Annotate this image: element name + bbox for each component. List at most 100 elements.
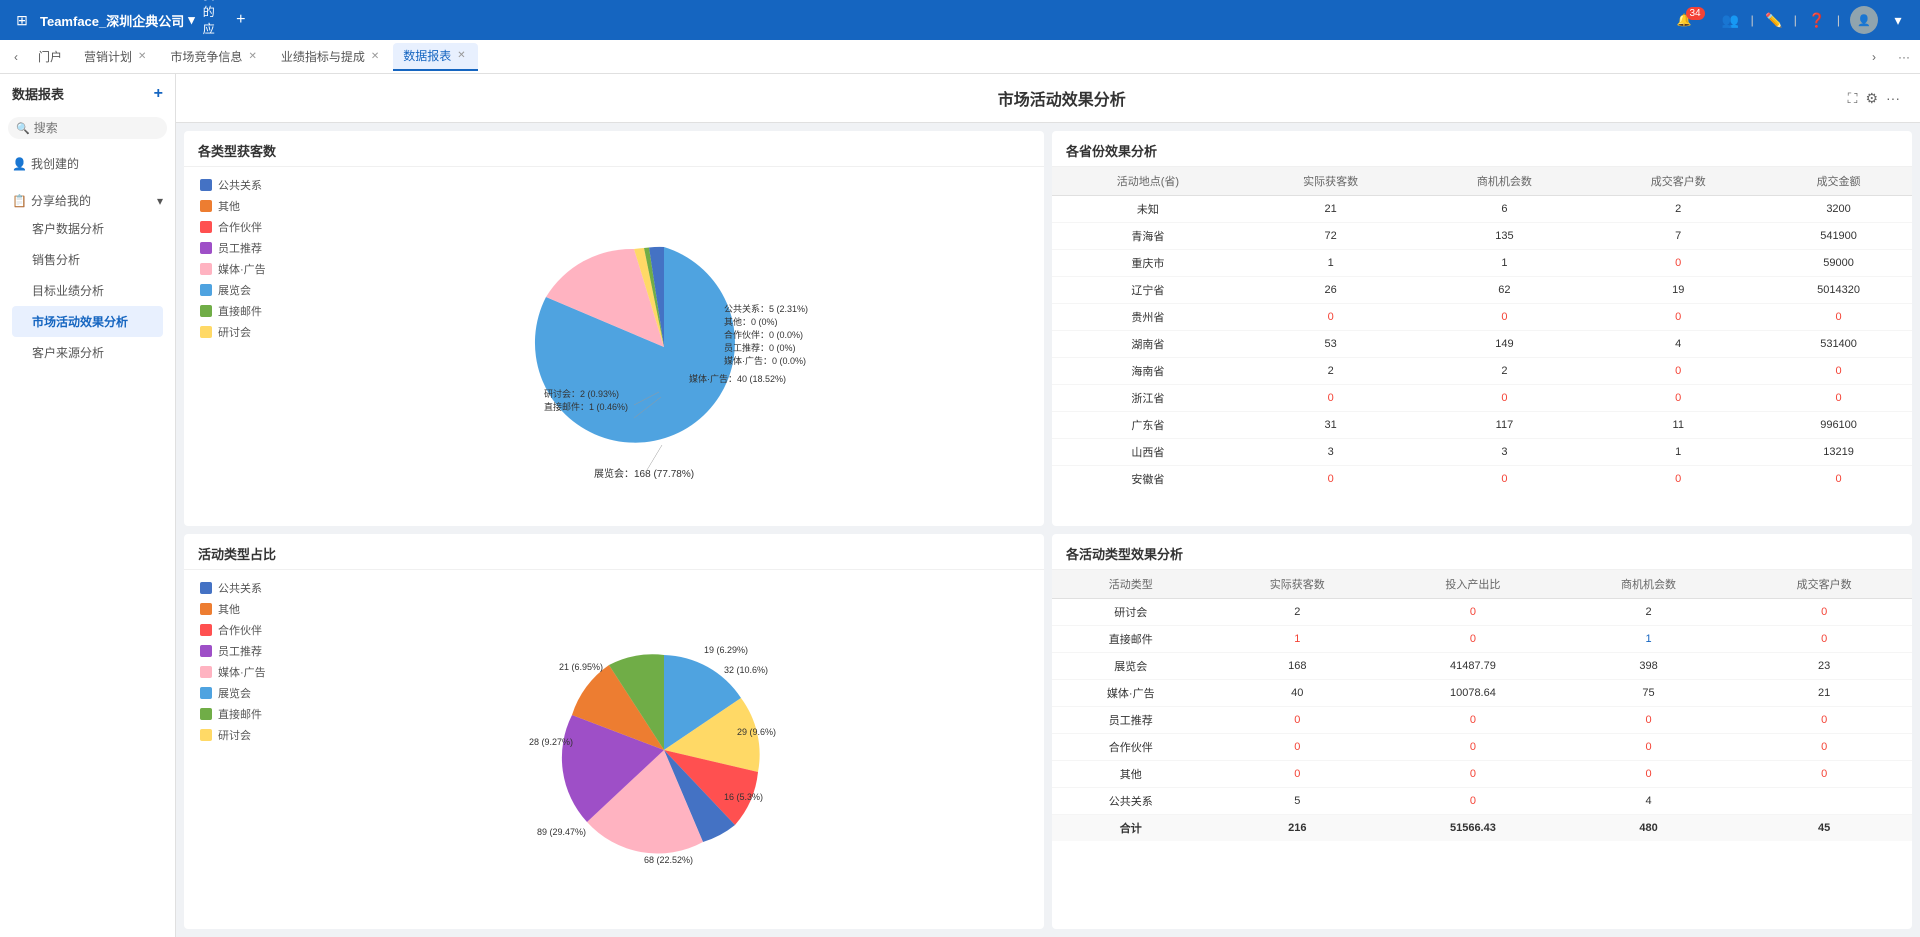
sidebar-add-icon[interactable]: + xyxy=(154,85,163,103)
table-row: 山西省33113219 xyxy=(1052,439,1912,466)
notification-icon[interactable]: 🔔34 xyxy=(1677,13,1711,27)
top-nav-right: 🔔34 👥 | ✏️ | ❓ | 👤 ▾ xyxy=(1677,6,1908,34)
panel2-title: 各省份效果分析 xyxy=(1052,131,1912,167)
province-cell: 19 xyxy=(1591,277,1765,304)
sidebar-item-1[interactable]: 销售分析 xyxy=(12,244,163,275)
sidebar-item-4[interactable]: 客户来源分析 xyxy=(12,337,163,368)
legend-color xyxy=(200,221,212,233)
tab-close-1[interactable]: ✕ xyxy=(136,49,148,64)
province-cell: 59000 xyxy=(1765,250,1912,277)
more-icon[interactable]: ··· xyxy=(1886,90,1900,107)
sidebar-item-2[interactable]: 目标业绩分析 xyxy=(12,275,163,306)
brand-name[interactable]: Teamface_深圳企典公司 ▾ xyxy=(40,11,195,30)
province-cell: 湖南省 xyxy=(1052,331,1244,358)
tab-close-2[interactable]: ✕ xyxy=(246,49,258,64)
legend3-item: 其他 xyxy=(200,601,268,617)
tab-close-4[interactable]: ✕ xyxy=(455,48,467,63)
tabs-container: 门户营销计划✕市场竞争信息✕业绩指标与提成✕数据报表✕ xyxy=(28,43,478,71)
svg-text:32 (10.6%): 32 (10.6%) xyxy=(724,665,768,675)
province-cell: 重庆市 xyxy=(1052,250,1244,277)
tab-overflow-btn[interactable]: ··· xyxy=(1892,45,1916,69)
tab-0[interactable]: 门户 xyxy=(28,43,72,71)
tab-forward-btn[interactable]: › xyxy=(1862,45,1886,69)
legend-label: 展览会 xyxy=(218,685,251,701)
filter-icon[interactable]: ⚙ xyxy=(1865,90,1878,107)
sidebar-header: 数据报表 + xyxy=(0,74,175,113)
activity-cell: 0 xyxy=(1736,707,1912,734)
province-cell: 117 xyxy=(1418,412,1592,439)
tab-4[interactable]: 数据报表✕ xyxy=(393,43,477,71)
province-cell: 1 xyxy=(1418,250,1592,277)
province-cell: 62 xyxy=(1418,277,1592,304)
activity-col-header: 成交客户数 xyxy=(1736,570,1912,599)
legend-color xyxy=(200,687,212,699)
province-cell: 7 xyxy=(1591,223,1765,250)
tab-back-btn[interactable]: ‹ xyxy=(4,45,28,69)
svg-text:展览会：168 (77.78%): 展览会：168 (77.78%) xyxy=(594,467,694,480)
svg-text:员工推荐：0 (0%): 员工推荐：0 (0%) xyxy=(724,342,796,353)
province-cell: 5014320 xyxy=(1765,277,1912,304)
province-col-header: 实际获客数 xyxy=(1244,167,1418,196)
activity-cell xyxy=(1736,788,1912,815)
sidebar-search-box[interactable]: 🔍 xyxy=(8,117,167,139)
sidebar-shared-with-me[interactable]: 📋 分享给我的 ▾ xyxy=(12,188,163,213)
legend1-item: 其他 xyxy=(200,198,268,214)
province-cell: 31 xyxy=(1244,412,1418,439)
panel-customer-types: 各类型获客数 公共关系其他合作伙伴员工推荐媒体·广告展览会直接邮件研讨会 xyxy=(184,131,1044,526)
sidebar-my-created[interactable]: 👤 我创建的 xyxy=(12,151,163,176)
legend1-item: 合作伙伴 xyxy=(200,219,268,235)
legend-label: 员工推荐 xyxy=(218,643,262,659)
legend-label: 研讨会 xyxy=(218,727,251,743)
table-row: 青海省721357541900 xyxy=(1052,223,1912,250)
province-cell: 0 xyxy=(1765,466,1912,493)
panel1-title: 各类型获客数 xyxy=(184,131,1044,167)
add-icon[interactable]: + xyxy=(231,10,251,30)
province-cell: 0 xyxy=(1591,466,1765,493)
svg-text:其他：0 (0%): 其他：0 (0%) xyxy=(724,316,778,327)
activity-cell: 480 xyxy=(1561,815,1737,842)
apps-label[interactable]: 我的应用 xyxy=(203,10,223,30)
legend-label: 媒体·广告 xyxy=(218,664,266,680)
province-cell: 996100 xyxy=(1765,412,1912,439)
fullscreen-icon[interactable]: ⛶ xyxy=(1848,90,1858,107)
sidebar-item-0[interactable]: 客户数据分析 xyxy=(12,213,163,244)
province-cell: 72 xyxy=(1244,223,1418,250)
activity-cell: 0 xyxy=(1736,599,1912,626)
activity-col-header: 实际获客数 xyxy=(1209,570,1385,599)
avatar[interactable]: 👤 xyxy=(1850,6,1878,34)
province-cell: 26 xyxy=(1244,277,1418,304)
panel2-table-wrapper[interactable]: 活动地点(省)实际获客数商机机会数成交客户数成交金额 未知21623200青海省… xyxy=(1052,167,1912,526)
activity-cell: 0 xyxy=(1209,761,1385,788)
table-row: 湖南省531494531400 xyxy=(1052,331,1912,358)
legend1-item: 媒体·广告 xyxy=(200,261,268,277)
panel3-chart: 19 (6.29%) 32 (10.6%) 29 (9.6%) 16 (5.3%… xyxy=(284,570,1044,929)
svg-text:19 (6.29%): 19 (6.29%) xyxy=(704,645,748,655)
users-icon[interactable]: 👥 xyxy=(1721,10,1741,30)
tab-2[interactable]: 市场竞争信息✕ xyxy=(160,43,268,71)
tab-3[interactable]: 业绩指标与提成✕ xyxy=(271,43,391,71)
user-chevron[interactable]: ▾ xyxy=(1888,10,1908,30)
sidebar-item-3[interactable]: 市场活动效果分析 xyxy=(12,306,163,337)
province-cell: 辽宁省 xyxy=(1052,277,1244,304)
activity-cell: 51566.43 xyxy=(1385,815,1561,842)
panel3-pie-svg: 19 (6.29%) 32 (10.6%) 29 (9.6%) 16 (5.3%… xyxy=(509,615,819,885)
panel4-body: 活动类型实际获客数投入产出比商机机会数成交客户数 研讨会2020直接邮件1010… xyxy=(1052,570,1912,929)
edit-icon[interactable]: ✏️ xyxy=(1764,10,1784,30)
search-input[interactable] xyxy=(34,121,159,135)
panel4-table-wrapper[interactable]: 活动类型实际获客数投入产出比商机机会数成交客户数 研讨会2020直接邮件1010… xyxy=(1052,570,1912,929)
tab-1[interactable]: 营销计划✕ xyxy=(74,43,158,71)
table-row: 其他0000 xyxy=(1052,761,1912,788)
activity-cell: 0 xyxy=(1385,707,1561,734)
province-cell: 贵州省 xyxy=(1052,304,1244,331)
province-col-header: 活动地点(省) xyxy=(1052,167,1244,196)
legend1-item: 研讨会 xyxy=(200,324,268,340)
help-icon[interactable]: ❓ xyxy=(1807,10,1827,30)
svg-text:68 (22.52%): 68 (22.52%) xyxy=(644,855,693,865)
table-row: 广东省3111711996100 xyxy=(1052,412,1912,439)
activity-cell: 0 xyxy=(1736,626,1912,653)
activity-col-header: 商机机会数 xyxy=(1561,570,1737,599)
legend1-item: 公共关系 xyxy=(200,177,268,193)
activity-cell: 0 xyxy=(1209,707,1385,734)
grid-icon[interactable]: ⊞ xyxy=(12,10,32,30)
tab-close-3[interactable]: ✕ xyxy=(369,49,381,64)
